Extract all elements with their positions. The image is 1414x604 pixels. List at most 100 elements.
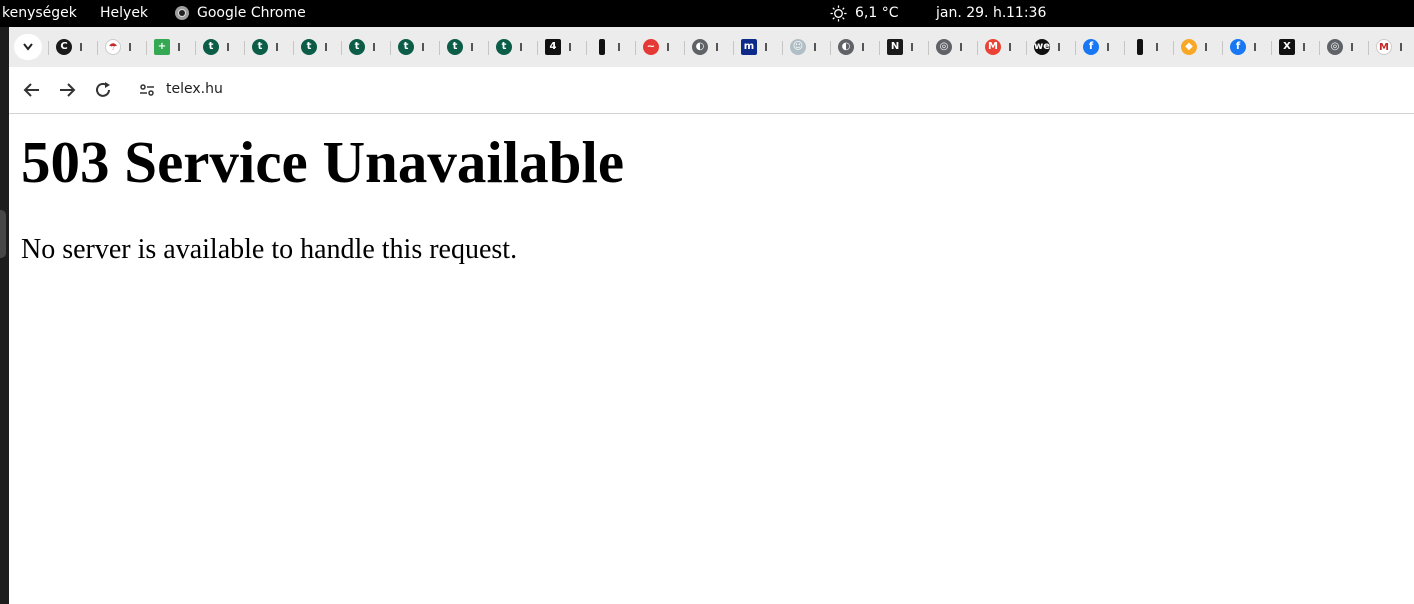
pinned-tab[interactable]: t [252, 36, 292, 58]
telex-logo-icon: t [203, 39, 219, 55]
tab-title-fragment [862, 43, 864, 51]
facebook-icon: f [1083, 39, 1099, 55]
pinned-tab[interactable]: t [398, 36, 438, 58]
activities-button[interactable]: kenységek [2, 5, 77, 21]
pinned-tab[interactable]: ☺ [790, 36, 830, 58]
yellow-diamond-icon: ◆ [1181, 39, 1197, 55]
tab-separator [439, 41, 440, 55]
tab-separator [341, 41, 342, 55]
system-top-bar: kenységek Helyek Google Chrome 6,1 °C ja… [0, 0, 1414, 27]
sun-icon [830, 5, 847, 22]
clock-readout[interactable]: 11:36 [1006, 5, 1046, 21]
pinned-tab[interactable]: we [1034, 36, 1074, 58]
reload-icon[interactable] [92, 79, 114, 101]
tab-separator [635, 41, 636, 55]
pinned-tab[interactable]: ◐ [692, 36, 732, 58]
back-arrow-icon[interactable] [21, 79, 43, 101]
tab-separator [1222, 41, 1223, 55]
red-waveform-icon: ~ [643, 39, 659, 55]
pinned-tab[interactable]: t [349, 36, 389, 58]
tab-separator [879, 41, 880, 55]
weather-app-icon: ☂ [105, 39, 121, 55]
tab-title-fragment [178, 43, 180, 51]
tab-separator [488, 41, 489, 55]
error-message: No server is available to handle this re… [21, 234, 518, 265]
we-logo-icon: we [1034, 39, 1050, 55]
pinned-tab[interactable]: ☂ [105, 36, 145, 58]
pinned-tab[interactable]: t [203, 36, 243, 58]
pinned-tab[interactable]: M [1376, 36, 1414, 58]
pinned-tab[interactable]: f [1230, 36, 1270, 58]
telex-logo-icon: t [447, 39, 463, 55]
pinned-tab[interactable]: m [741, 36, 781, 58]
gmail-icon: M [1376, 39, 1392, 55]
tab-separator [830, 41, 831, 55]
tab-separator [977, 41, 978, 55]
pinned-tab[interactable]: X [1279, 36, 1319, 58]
pinned-tab[interactable]: ◎ [936, 36, 976, 58]
tab-separator [195, 41, 196, 55]
tab-title-fragment [1303, 43, 1305, 51]
pinned-tab[interactable]: N [887, 36, 927, 58]
vertical-bar-icon [599, 39, 605, 55]
tab-separator [684, 41, 685, 55]
chevron-down-icon [23, 43, 33, 51]
pinned-tab[interactable]: t [447, 36, 487, 58]
page-content: 503 Service Unavailable No server is ava… [9, 114, 1414, 604]
pinned-tab[interactable] [594, 36, 634, 58]
tab-title-fragment [716, 43, 718, 51]
tab-separator [1368, 41, 1369, 55]
pinned-tab[interactable]: + [154, 36, 194, 58]
tab-title-fragment [618, 43, 620, 51]
telex-logo-icon: t [301, 39, 317, 55]
tab-title-fragment [276, 43, 278, 51]
pinned-tab[interactable] [1132, 36, 1172, 58]
pinned-tab[interactable]: M [985, 36, 1025, 58]
tab-separator [928, 41, 929, 55]
telex-logo-icon: t [252, 39, 268, 55]
numbered-logo-icon: 4 [545, 39, 561, 55]
telex-logo-icon: t [349, 39, 365, 55]
pinned-tab[interactable]: ~ [643, 36, 683, 58]
app-menu[interactable]: Google Chrome [197, 5, 306, 21]
tab-separator [1271, 41, 1272, 55]
error-heading: 503 Service Unavailable [21, 129, 625, 195]
green-plus-icon: + [154, 39, 170, 55]
tab-title-fragment [471, 43, 473, 51]
url-text[interactable]: telex.hu [166, 81, 223, 97]
pinned-tab[interactable]: t [496, 36, 536, 58]
pinned-tab[interactable]: ◎ [1327, 36, 1367, 58]
tab-title-fragment [422, 43, 424, 51]
tab-separator [586, 41, 587, 55]
pinned-tab[interactable]: C [56, 36, 96, 58]
pinned-tab[interactable]: 4 [545, 36, 585, 58]
places-menu[interactable]: Helyek [100, 5, 148, 21]
pinned-tab[interactable]: t [301, 36, 341, 58]
pinned-tab[interactable]: ◐ [838, 36, 878, 58]
tab-search-button[interactable] [14, 34, 42, 60]
pinned-tab[interactable]: f [1083, 36, 1123, 58]
date-readout[interactable]: jan. 29. h. [936, 5, 1006, 21]
pinned-tab[interactable]: ◆ [1181, 36, 1221, 58]
vertical-bar-icon [1137, 39, 1143, 55]
address-bar[interactable]: telex.hu [129, 73, 1414, 107]
tab-separator [244, 41, 245, 55]
tab-title-fragment [1400, 43, 1402, 51]
facebook-icon: f [1230, 39, 1246, 55]
tab-title-fragment [227, 43, 229, 51]
tab-title-fragment [325, 43, 327, 51]
mascot-icon: ☺ [790, 39, 806, 55]
gmail-icon: M [985, 39, 1001, 55]
forward-arrow-icon[interactable] [56, 79, 78, 101]
globe-icon: ◐ [838, 39, 854, 55]
dock-handle[interactable] [0, 210, 6, 258]
tab-separator [733, 41, 734, 55]
chrome-app-icon [175, 6, 189, 20]
tab-separator [1026, 41, 1027, 55]
tab-separator [537, 41, 538, 55]
site-settings-icon[interactable] [139, 82, 155, 98]
tab-title-fragment [1205, 43, 1207, 51]
weather-readout[interactable]: 6,1 °C [855, 5, 899, 21]
tab-title-fragment [1107, 43, 1109, 51]
tab-title-fragment [814, 43, 816, 51]
